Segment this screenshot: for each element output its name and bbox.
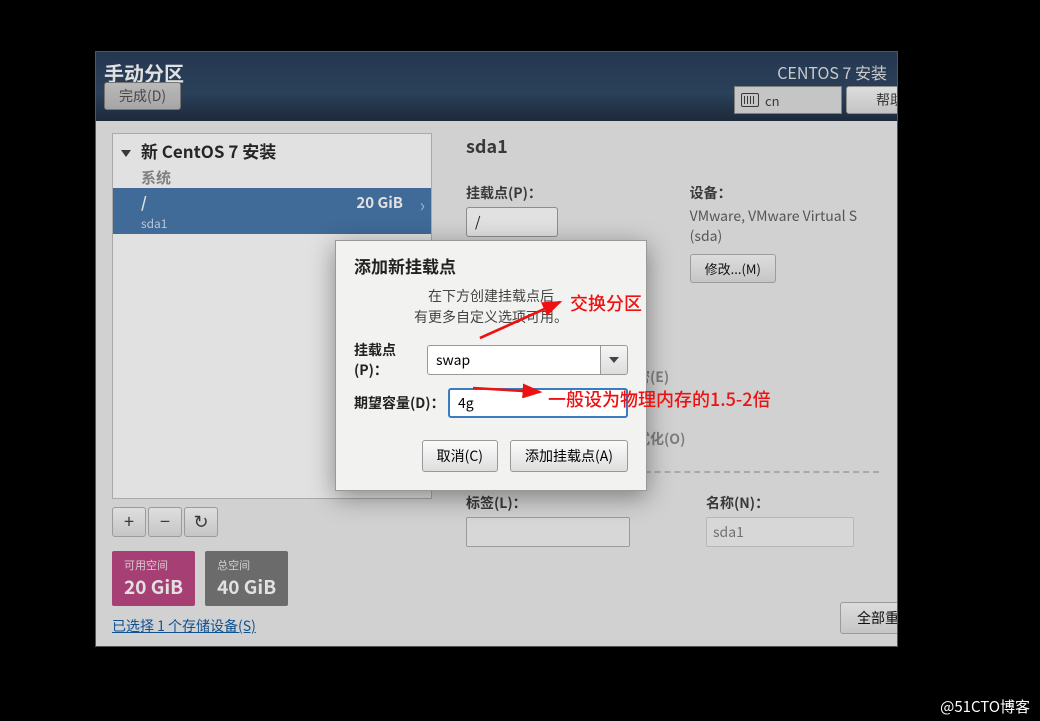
dialog-mountpoint-dropdown-button[interactable] <box>600 345 628 375</box>
dialog-capacity-label: 期望容量(D)： <box>354 393 448 413</box>
dialog-title: 添加新挂载点 <box>354 253 628 278</box>
add-mountpoint-dialog: 添加新挂载点 在下方创建挂载点后有更多自定义选项可用。 挂载点(P)： 期望容量… <box>335 240 647 491</box>
dialog-mountpoint-combo[interactable] <box>427 345 628 375</box>
dialog-mountpoint-label: 挂载点(P)： <box>354 340 427 380</box>
dialog-cancel-button[interactable]: 取消(C) <box>422 440 498 472</box>
dialog-note: 在下方创建挂载点后有更多自定义选项可用。 <box>354 286 628 328</box>
chevron-down-icon <box>609 357 619 363</box>
dialog-mountpoint-input[interactable] <box>427 345 600 375</box>
dialog-add-button[interactable]: 添加挂载点(A) <box>510 440 628 472</box>
dialog-capacity-input[interactable] <box>448 388 628 418</box>
watermark: @51CTO博客 <box>940 696 1030 717</box>
